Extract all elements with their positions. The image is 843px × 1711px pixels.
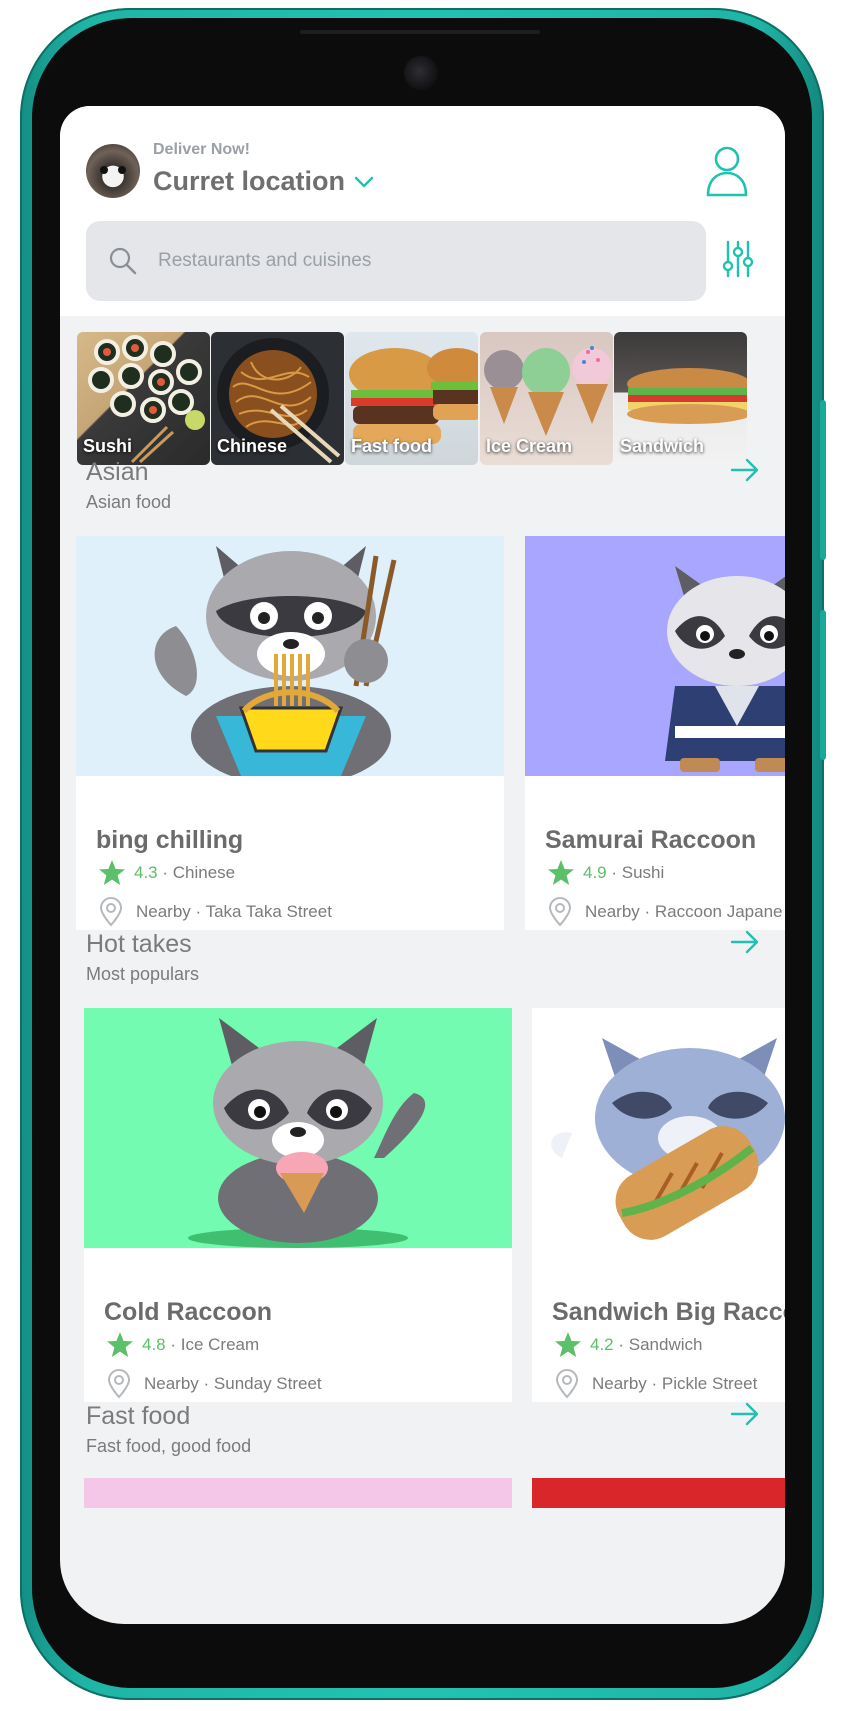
- speaker: [300, 30, 540, 34]
- star-icon: [548, 860, 574, 885]
- section-subtitle: Asian food: [86, 492, 172, 512]
- restaurant-name: Sandwich Big Raccoo: [552, 1298, 785, 1326]
- restaurant-image: [84, 1008, 512, 1248]
- raccoon-noodles-illustration: [154, 546, 397, 776]
- meta-separator: ·: [165, 1335, 181, 1354]
- category-tile-sushi[interactable]: Sushi: [77, 332, 210, 465]
- cuisine-label: Ice Cream: [180, 1335, 260, 1354]
- restaurant-card[interactable]: bing chilling 4.3 · Chinese Nearby · Tak…: [76, 536, 504, 930]
- arrow-right-icon[interactable]: [730, 1402, 760, 1426]
- restaurant-meta: 4.8 · Ice Cream: [106, 1331, 259, 1359]
- cuisine-label: Chinese: [172, 863, 236, 882]
- cuisine-label: Sandwich: [628, 1335, 703, 1354]
- location-pin-icon: [548, 897, 572, 927]
- restaurant-location: Nearby · Raccoon Japane: [547, 897, 783, 927]
- restaurant-image: [76, 536, 504, 776]
- cuisine-label: Sushi: [621, 863, 665, 882]
- location-text: Nearby · Sunday Street: [144, 1374, 322, 1393]
- location-text: Curret location: [153, 166, 346, 196]
- samurai-raccoon-illustration: [665, 566, 785, 772]
- location-pin-icon: [107, 1369, 131, 1399]
- restaurant-name: Cold Raccoon: [104, 1298, 273, 1326]
- volume-button: [820, 400, 826, 560]
- search-icon: [109, 247, 137, 275]
- arrow-right-icon[interactable]: [730, 458, 760, 482]
- section-title-fast-food: Fast food: [86, 1402, 191, 1430]
- meta-separator: ·: [606, 863, 622, 882]
- filter-icon[interactable]: [722, 240, 754, 278]
- restaurant-meta: 4.3 · Chinese: [98, 859, 235, 887]
- arrow-right-icon[interactable]: [730, 930, 760, 954]
- location-text: Nearby · Raccoon Japane: [585, 902, 783, 921]
- category-label: Ice Cream: [486, 436, 573, 456]
- restaurant-card-partial[interactable]: [532, 1478, 785, 1508]
- meta-separator: ·: [157, 863, 173, 882]
- location-selector[interactable]: Curret location: [153, 166, 375, 197]
- restaurant-location: Nearby · Pickle Street: [554, 1369, 757, 1399]
- location-text: Nearby · Pickle Street: [592, 1374, 758, 1393]
- app-header: Deliver Now! Curret location Restaurants…: [60, 106, 785, 316]
- section-subtitle: Most populars: [86, 964, 200, 984]
- category-tile-fast-food[interactable]: Fast food: [345, 332, 478, 465]
- star-icon: [107, 1332, 133, 1357]
- category-carousel[interactable]: Sushi Chinese Fast food Ice Cream Sandwi…: [60, 332, 785, 472]
- power-button: [820, 610, 826, 760]
- avatar-eye: [118, 166, 126, 174]
- avatar[interactable]: [86, 144, 140, 198]
- location-text: Nearby · Taka Taka Street: [136, 902, 332, 921]
- restaurant-location: Nearby · Taka Taka Street: [98, 897, 332, 927]
- raccoon-ice-cream-illustration: [188, 1018, 426, 1248]
- restaurant-card[interactable]: Cold Raccoon 4.8 · Ice Cream Nearby · Su…: [84, 1008, 512, 1402]
- chevron-down-icon: [354, 176, 374, 187]
- rating-value: 4.8: [142, 1335, 166, 1354]
- category-label: Chinese: [217, 436, 288, 456]
- restaurant-name: bing chilling: [96, 826, 244, 854]
- category-label: Sushi: [83, 436, 133, 456]
- section-subtitle: Fast food, good food: [86, 1436, 252, 1456]
- app-screen: Deliver Now! Curret location Restaurants…: [60, 106, 785, 1624]
- restaurant-image: [532, 1008, 785, 1248]
- restaurant-meta: 4.2 · Sandwich: [554, 1331, 702, 1359]
- location-pin-icon: [99, 897, 123, 927]
- category-tile-ice-cream[interactable]: Ice Cream: [480, 332, 613, 465]
- restaurant-card[interactable]: Samurai Raccoon 4.9 · Sushi Nearby · Rac…: [525, 536, 785, 930]
- avatar-eye: [100, 166, 108, 174]
- profile-icon[interactable]: [705, 144, 749, 198]
- location-pin-icon: [555, 1369, 579, 1399]
- star-icon: [555, 1332, 581, 1357]
- rating-value: 4.2: [590, 1335, 614, 1354]
- category-tile-chinese[interactable]: Chinese: [211, 332, 344, 465]
- restaurant-location: Nearby · Sunday Street: [106, 1369, 322, 1399]
- restaurant-name: Samurai Raccoon: [545, 826, 757, 854]
- meta-separator: ·: [613, 1335, 629, 1354]
- restaurant-card[interactable]: Sandwich Big Raccoo 4.2 · Sandwich Nearb…: [532, 1008, 785, 1402]
- category-tile-sandwich[interactable]: Sandwich: [614, 332, 747, 465]
- restaurant-image: [525, 536, 785, 776]
- search-placeholder: Restaurants and cuisines: [158, 250, 372, 271]
- category-label: Sandwich: [620, 436, 705, 456]
- rating-value: 4.3: [134, 863, 158, 882]
- front-camera: [404, 56, 438, 90]
- rating-value: 4.9: [583, 863, 607, 882]
- search-input[interactable]: Restaurants and cuisines: [86, 221, 706, 301]
- restaurant-meta: 4.9 · Sushi: [547, 859, 664, 887]
- star-icon: [99, 860, 125, 885]
- restaurant-card-partial[interactable]: [84, 1478, 512, 1508]
- raccoon-sandwich-illustration: [551, 1038, 785, 1240]
- category-label: Fast food: [351, 436, 432, 456]
- section-title-hot-takes: Hot takes: [86, 930, 192, 958]
- deliver-label: Deliver Now!: [153, 141, 250, 158]
- section-title-asian: Asian: [86, 458, 149, 486]
